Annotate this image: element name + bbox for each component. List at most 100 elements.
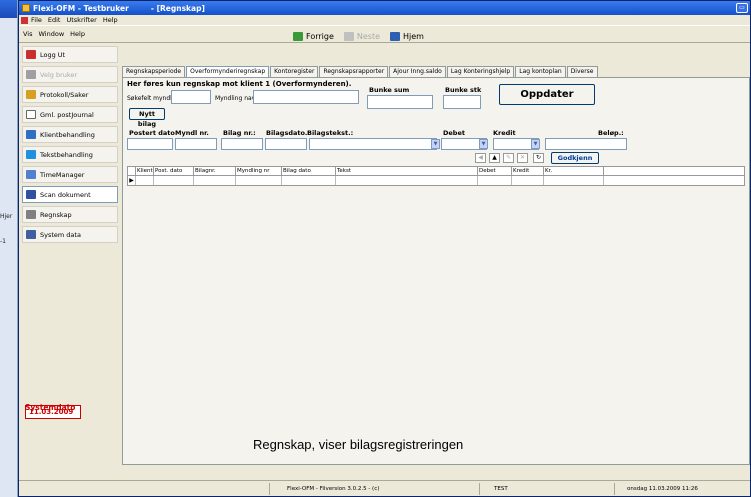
background-window-text: -1: [0, 238, 6, 245]
tab-diverse[interactable]: Diverse: [566, 66, 598, 77]
tab-strip: Regnskapsperiode Overformynderiregnskap …: [122, 66, 599, 77]
grid-col-header[interactable]: Kr.: [544, 167, 604, 175]
bilag-grid: Klient Post. dato Bilagnr. Myndling nr B…: [127, 166, 745, 190]
grid-col-header[interactable]: Post. dato: [154, 167, 194, 175]
tab-lag-konteringshjelp[interactable]: Lag Konteringshjelp: [446, 66, 515, 77]
menu-vis[interactable]: Vis: [23, 30, 33, 38]
bilagsdato-label: Bilagsdato.:: [266, 129, 310, 137]
app-icon: [22, 4, 30, 12]
nav-klientbehandling[interactable]: Klientbehandling: [22, 126, 118, 143]
bilagstekst-dropdown-arrow[interactable]: ▼: [431, 139, 440, 149]
tab-regnskapsperiode[interactable]: Regnskapsperiode: [122, 66, 186, 77]
window-control-button[interactable]: ▭: [736, 3, 748, 13]
form-heading: Her føres kun regnskap mot klient 1 (Ove…: [127, 80, 352, 88]
grid-col-header[interactable]: Myndling nr: [236, 167, 282, 175]
menu-bar: File Edit Utskrifter Help: [19, 15, 750, 25]
menu-utskrifter[interactable]: Utskrifter: [66, 16, 96, 24]
user-icon: [26, 70, 36, 79]
nav-scan-dokument[interactable]: Scan dokument: [22, 186, 118, 203]
title-bar: Flexi-OFM - Testbruker - [Regnskap] ▭: [19, 1, 750, 15]
clock-icon: [26, 170, 36, 179]
next-button[interactable]: Neste: [343, 31, 381, 41]
delete-record-icon[interactable]: ✕: [517, 153, 528, 163]
status-version: Flexi-OFM - Filversion 3.0.2.5 - (c): [287, 485, 380, 492]
form-panel: Her føres kun regnskap mot klient 1 (Ove…: [122, 77, 750, 465]
background-window-text: Hjer: [0, 213, 13, 220]
bilag-nr-input[interactable]: [221, 138, 263, 150]
tab-lag-kontoplan[interactable]: Lag kontoplan: [515, 66, 566, 77]
bunke-stk-field: [443, 95, 481, 109]
table-row[interactable]: ▶: [127, 176, 745, 186]
grid-col-header[interactable]: Bilag dato: [282, 167, 336, 175]
nav-select-user[interactable]: Velg bruker: [22, 66, 118, 83]
belop-input[interactable]: [545, 138, 627, 150]
status-datetime: onsdag 11.03.2009 11:26: [627, 485, 698, 492]
clients-icon: [26, 130, 36, 139]
scanner-icon: [26, 190, 36, 199]
search-input[interactable]: [171, 90, 211, 104]
debet-dropdown-arrow[interactable]: ▼: [479, 139, 488, 149]
grid-col-header[interactable]: Bilagnr.: [194, 167, 236, 175]
edit-record-icon[interactable]: ✎: [503, 153, 514, 163]
grid-cell: [512, 176, 544, 185]
kredit-dropdown-arrow[interactable]: ▼: [531, 139, 540, 149]
home-button[interactable]: Hjem: [390, 31, 424, 41]
tab-kontoregister[interactable]: Kontoregister: [270, 66, 319, 77]
godkjenn-button[interactable]: Godkjenn: [551, 152, 599, 164]
ledger-icon: [26, 210, 36, 219]
grid-cell: [282, 176, 336, 185]
main-window: Flexi-OFM - Testbruker - [Regnskap] ▭ Fi…: [18, 0, 751, 497]
nav-postjournal[interactable]: Gml. postJournal: [22, 106, 118, 123]
tab-ajour-inng-saldo[interactable]: Ajour Inng.saldo: [389, 66, 446, 77]
nytt-bilag-button[interactable]: Nytt bilag: [129, 108, 165, 128]
system-icon: [26, 230, 36, 239]
status-separator: [479, 483, 480, 495]
next-button-label: Neste: [356, 31, 381, 41]
nav-regnskap[interactable]: Regnskap: [22, 206, 118, 223]
nav-label: System data: [40, 230, 81, 239]
nav-system-data[interactable]: System data: [22, 226, 118, 243]
myndl-nr-input[interactable]: [175, 138, 217, 150]
back-button[interactable]: Forrige: [293, 31, 334, 41]
grid-col-header[interactable]: Klient: [136, 167, 154, 175]
nav-logout[interactable]: Logg Ut: [22, 46, 118, 63]
nav-timemanager[interactable]: TimeManager: [22, 166, 118, 183]
grid-cell: [478, 176, 512, 185]
tab-regnskapsrapporter[interactable]: Regnskapsrapporter: [319, 66, 389, 77]
back-arrow-icon: [293, 31, 303, 41]
nav-label: Velg bruker: [40, 70, 78, 79]
status-separator: [269, 483, 270, 495]
refresh-icon[interactable]: ↻: [533, 153, 544, 163]
nav-label: Protokoll/Saker: [40, 90, 89, 99]
myndling-name-input[interactable]: [253, 90, 359, 104]
background-window: Hjer -1: [0, 0, 18, 497]
nav-label: Tekstbehandling: [40, 150, 93, 159]
tab-overformynderiregnskap[interactable]: Overformynderiregnskap: [186, 66, 270, 77]
grid-cell: [544, 176, 604, 185]
grid-header: Klient Post. dato Bilagnr. Myndling nr B…: [127, 166, 745, 176]
oppdater-button[interactable]: Oppdater: [499, 84, 595, 105]
background-window-titlebar: [0, 0, 17, 18]
up-record-icon[interactable]: ▲: [489, 153, 500, 163]
grid-corner: [128, 167, 136, 175]
nav-tekstbehandling[interactable]: Tekstbehandling: [22, 146, 118, 163]
nav-protokoll[interactable]: Protokoll/Saker: [22, 86, 118, 103]
menu-help-secondary[interactable]: Help: [70, 30, 85, 38]
nav-label: Gml. postJournal: [40, 110, 94, 119]
grid-col-header[interactable]: Debet: [478, 167, 512, 175]
grid-col-header[interactable]: Kredit: [512, 167, 544, 175]
bilagstekst-input[interactable]: [309, 138, 437, 150]
menu-window[interactable]: Window: [39, 30, 65, 38]
grid-cell: [136, 176, 154, 185]
menu-help[interactable]: Help: [103, 16, 118, 24]
postert-dato-input[interactable]: [127, 138, 173, 150]
grid-cell: [236, 176, 282, 185]
bilagsdato-input[interactable]: [265, 138, 307, 150]
grid-col-header[interactable]: Tekst: [336, 167, 478, 175]
app-menu-icon[interactable]: [21, 16, 28, 24]
menu-file[interactable]: File: [31, 16, 42, 24]
first-record-icon[interactable]: ◀: [475, 153, 486, 163]
row-indicator-icon: ▶: [128, 176, 136, 185]
folder-icon: [26, 90, 36, 99]
menu-edit[interactable]: Edit: [48, 16, 61, 24]
